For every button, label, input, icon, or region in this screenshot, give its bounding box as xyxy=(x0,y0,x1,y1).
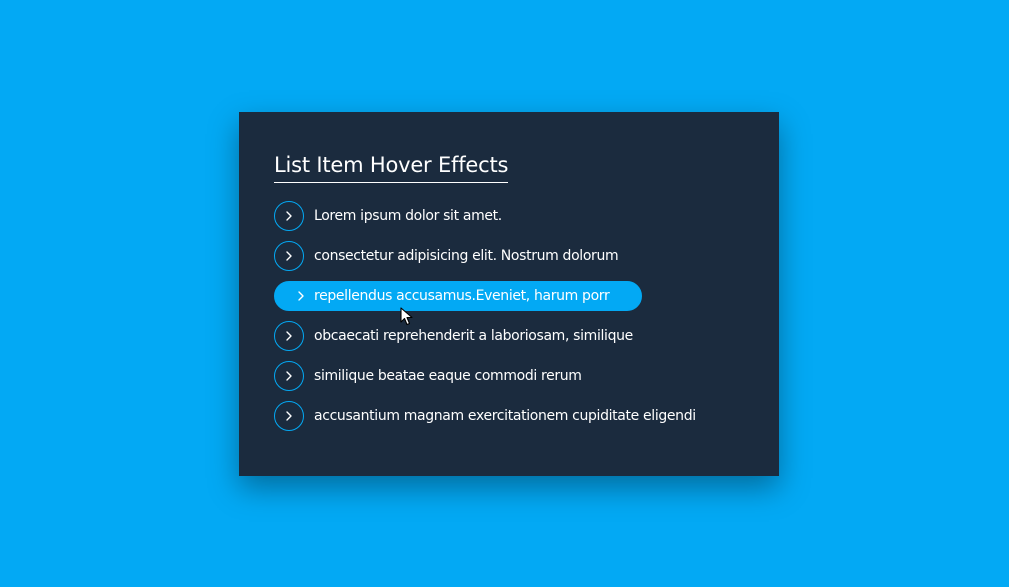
list-item[interactable]: Lorem ipsum dolor sit amet. xyxy=(274,201,744,231)
chevron-right-icon xyxy=(274,241,304,271)
list-item[interactable]: consectetur adipisicing elit. Nostrum do… xyxy=(274,241,744,271)
list-item-label: similique beatae eaque commodi rerum xyxy=(314,368,582,384)
list-item-hovered[interactable]: repellendus accusamus.Eveniet, harum por… xyxy=(274,281,744,311)
chevron-right-icon xyxy=(274,201,304,231)
list-item-label: Lorem ipsum dolor sit amet. xyxy=(314,208,502,224)
list-item[interactable]: obcaecati reprehenderit a laboriosam, si… xyxy=(274,321,744,351)
list-item-label: accusantium magnam exercitationem cupidi… xyxy=(314,408,696,424)
card-panel: List Item Hover Effects Lorem ipsum dolo… xyxy=(239,112,779,476)
hover-list: Lorem ipsum dolor sit amet. consectetur … xyxy=(274,201,744,431)
chevron-right-icon xyxy=(274,361,304,391)
chevron-right-icon xyxy=(274,401,304,431)
mouse-cursor-icon xyxy=(400,307,413,330)
list-item[interactable]: similique beatae eaque commodi rerum xyxy=(274,361,744,391)
chevron-right-icon xyxy=(274,321,304,351)
card-title: List Item Hover Effects xyxy=(274,152,508,183)
chevron-right-icon xyxy=(286,281,316,311)
list-item[interactable]: accusantium magnam exercitationem cupidi… xyxy=(274,401,744,431)
list-item-label: consectetur adipisicing elit. Nostrum do… xyxy=(314,248,619,264)
list-item-label: repellendus accusamus.Eveniet, harum por… xyxy=(314,288,610,304)
list-item-label: obcaecati reprehenderit a laboriosam, si… xyxy=(314,328,633,344)
